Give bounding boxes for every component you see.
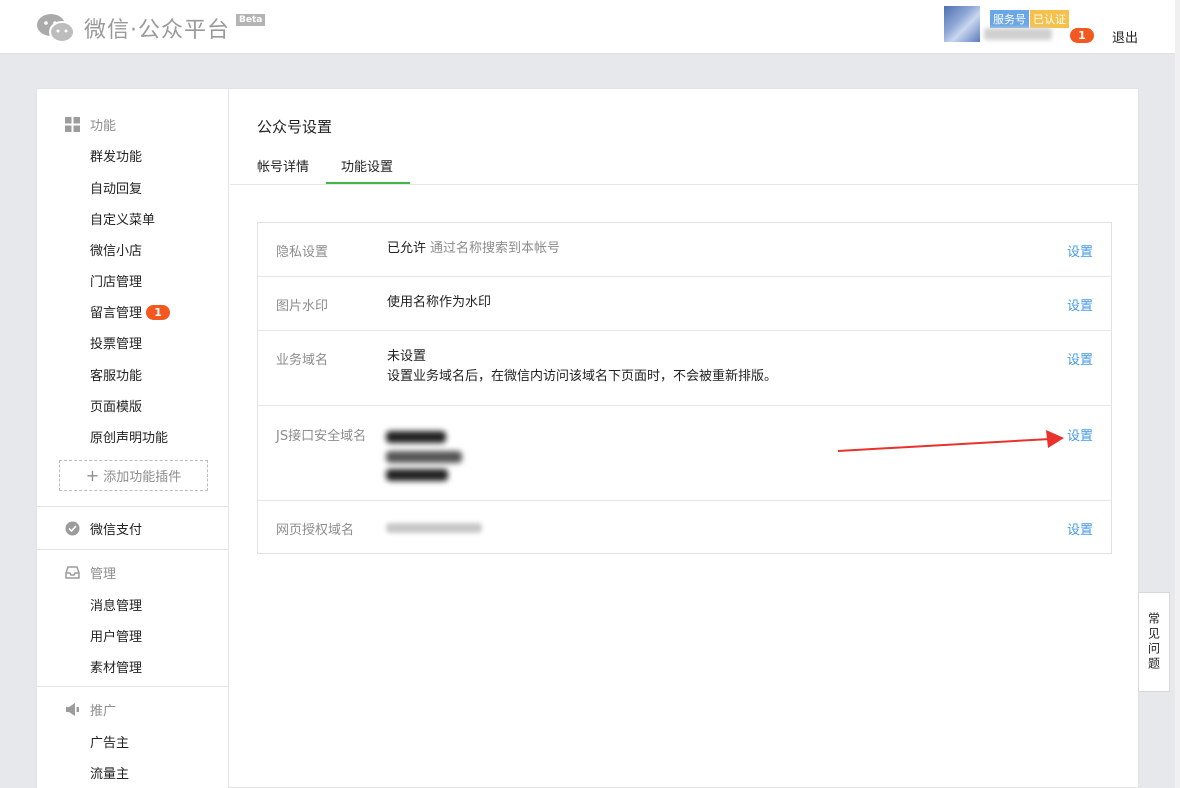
account-name-blurred — [984, 28, 1052, 40]
sidebar-item-advertiser[interactable]: 广告主 — [90, 732, 129, 751]
oauth-domain-value-blurred — [386, 523, 482, 533]
sidebar-item-message-management[interactable]: 留言管理 1 — [90, 302, 171, 321]
add-plugin-button[interactable]: + 添加功能插件 — [59, 460, 208, 491]
privacy-description: 通过名称搜索到本帐号 — [430, 241, 561, 256]
settings-row-js-domain: JS接口安全域名 设置 — [258, 406, 1111, 501]
verified-badge: 已认证 — [1030, 10, 1069, 28]
settings-row-watermark: 图片水印 使用名称作为水印 设置 — [258, 277, 1111, 331]
row-label: 隐私设置 — [276, 245, 329, 260]
sidebar-item-page-template[interactable]: 页面模版 — [90, 396, 142, 415]
avatar[interactable] — [944, 6, 980, 42]
privacy-settings-link[interactable]: 设置 — [1067, 241, 1093, 260]
tab-account-details[interactable]: 帐号详情 — [257, 156, 309, 175]
privacy-status: 已允许 — [387, 241, 427, 256]
business-domain-description: 设置业务域名后，在微信内访问该域名下页面时，不会被重新排版。 — [387, 369, 778, 384]
inbox-icon — [65, 565, 80, 580]
js-domain-settings-link[interactable]: 设置 — [1067, 425, 1093, 444]
notification-count[interactable]: 1 — [1070, 28, 1094, 43]
settings-table: 隐私设置 已允许 通过名称搜索到本帐号 设置 图片水印 使用名称作为水印 设置 业… — [257, 222, 1112, 554]
sidebar-item-materials[interactable]: 素材管理 — [90, 657, 142, 676]
beta-badge: Beta — [236, 14, 266, 26]
logout-link[interactable]: 退出 — [1112, 27, 1138, 46]
settings-row-privacy: 隐私设置 已允许 通过名称搜索到本帐号 设置 — [258, 223, 1111, 277]
sidebar-item-store-management[interactable]: 门店管理 — [90, 271, 142, 290]
message-count-badge: 1 — [146, 305, 171, 320]
business-domain-status: 未设置 — [387, 349, 427, 364]
sidebar-section-label: 微信支付 — [90, 523, 143, 538]
top-header: 微信·公众平台 Beta 服务号 已认证 1 退出 — [0, 0, 1180, 54]
main-content: 公众号设置 帐号详情 功能设置 隐私设置 已允许 通过名称搜索到本帐号 设置 图片… — [230, 89, 1140, 788]
sidebar-item-wechat-store[interactable]: 微信小店 — [90, 240, 142, 259]
sidebar-item-vote[interactable]: 投票管理 — [90, 333, 142, 352]
sidebar-divider — [37, 506, 228, 507]
sidebar: 功能 群发功能 自动回复 自定义菜单 微信小店 门店管理 留言管理 1 投票管理 … — [37, 89, 229, 788]
main-container: 功能 群发功能 自动回复 自定义菜单 微信小店 门店管理 留言管理 1 投票管理 … — [36, 88, 1140, 788]
row-label: JS接口安全域名 — [276, 429, 367, 444]
sidebar-section-function: 功能 — [65, 115, 116, 134]
row-value: 已允许 通过名称搜索到本帐号 — [387, 239, 560, 259]
sidebar-item-publisher[interactable]: 流量主 — [90, 763, 129, 782]
page-title: 公众号设置 — [257, 118, 333, 136]
sidebar-section-label: 功能 — [90, 119, 117, 134]
row-label: 业务域名 — [276, 353, 329, 368]
tab-function-settings[interactable]: 功能设置 — [341, 156, 393, 175]
row-label: 图片水印 — [276, 299, 329, 314]
sidebar-divider — [37, 549, 228, 550]
add-plugin-label: 添加功能插件 — [103, 470, 182, 485]
sidebar-item-original-declaration[interactable]: 原创声明功能 — [90, 427, 168, 446]
sidebar-item-wechat-pay[interactable]: 微信支付 — [65, 519, 142, 538]
sidebar-section-manage: 管理 — [65, 563, 116, 582]
js-domain-value-blurred — [386, 451, 462, 463]
tabs-divider — [230, 184, 1140, 185]
watermark-settings-link[interactable]: 设置 — [1067, 295, 1093, 314]
scrollbar[interactable] — [1175, 0, 1180, 788]
row-label: 网页授权域名 — [276, 523, 355, 538]
business-domain-settings-link[interactable]: 设置 — [1067, 349, 1093, 368]
faq-button[interactable]: 常见问题 — [1138, 592, 1170, 692]
sidebar-section-label: 推广 — [90, 704, 117, 719]
sidebar-section-label: 管理 — [90, 567, 117, 582]
js-domain-value-blurred — [386, 431, 446, 443]
sidebar-divider — [37, 686, 228, 687]
row-value: 未设置 设置业务域名后，在微信内访问该域名下页面时，不会被重新排版。 — [387, 347, 777, 387]
sidebar-item-customer-service[interactable]: 客服功能 — [90, 365, 142, 384]
settings-row-oauth-domain: 网页授权域名 设置 — [258, 501, 1111, 555]
sidebar-item-message[interactable]: 消息管理 — [90, 595, 142, 614]
row-value: 使用名称作为水印 — [387, 295, 492, 310]
brand-title: 微信·公众平台 — [84, 18, 230, 43]
js-domain-value-blurred — [386, 469, 448, 481]
sidebar-item-label: 留言管理 — [90, 306, 143, 321]
sidebar-item-mass-send[interactable]: 群发功能 — [90, 146, 142, 165]
plus-icon: + — [85, 466, 100, 485]
service-account-badge: 服务号 — [990, 10, 1029, 28]
megaphone-icon — [65, 702, 80, 717]
sidebar-item-users[interactable]: 用户管理 — [90, 626, 142, 645]
sidebar-item-custom-menu[interactable]: 自定义菜单 — [90, 209, 155, 228]
sidebar-section-promote: 推广 — [65, 700, 116, 719]
grid-icon — [65, 117, 80, 132]
wechat-pay-icon — [65, 521, 80, 536]
brand-logo[interactable]: 微信·公众平台 Beta — [36, 12, 266, 44]
oauth-domain-settings-link[interactable]: 设置 — [1067, 519, 1093, 538]
wechat-logo-icon — [36, 12, 76, 44]
sidebar-item-auto-reply[interactable]: 自动回复 — [90, 178, 142, 197]
settings-row-business-domain: 业务域名 未设置 设置业务域名后，在微信内访问该域名下页面时，不会被重新排版。 … — [258, 331, 1111, 406]
